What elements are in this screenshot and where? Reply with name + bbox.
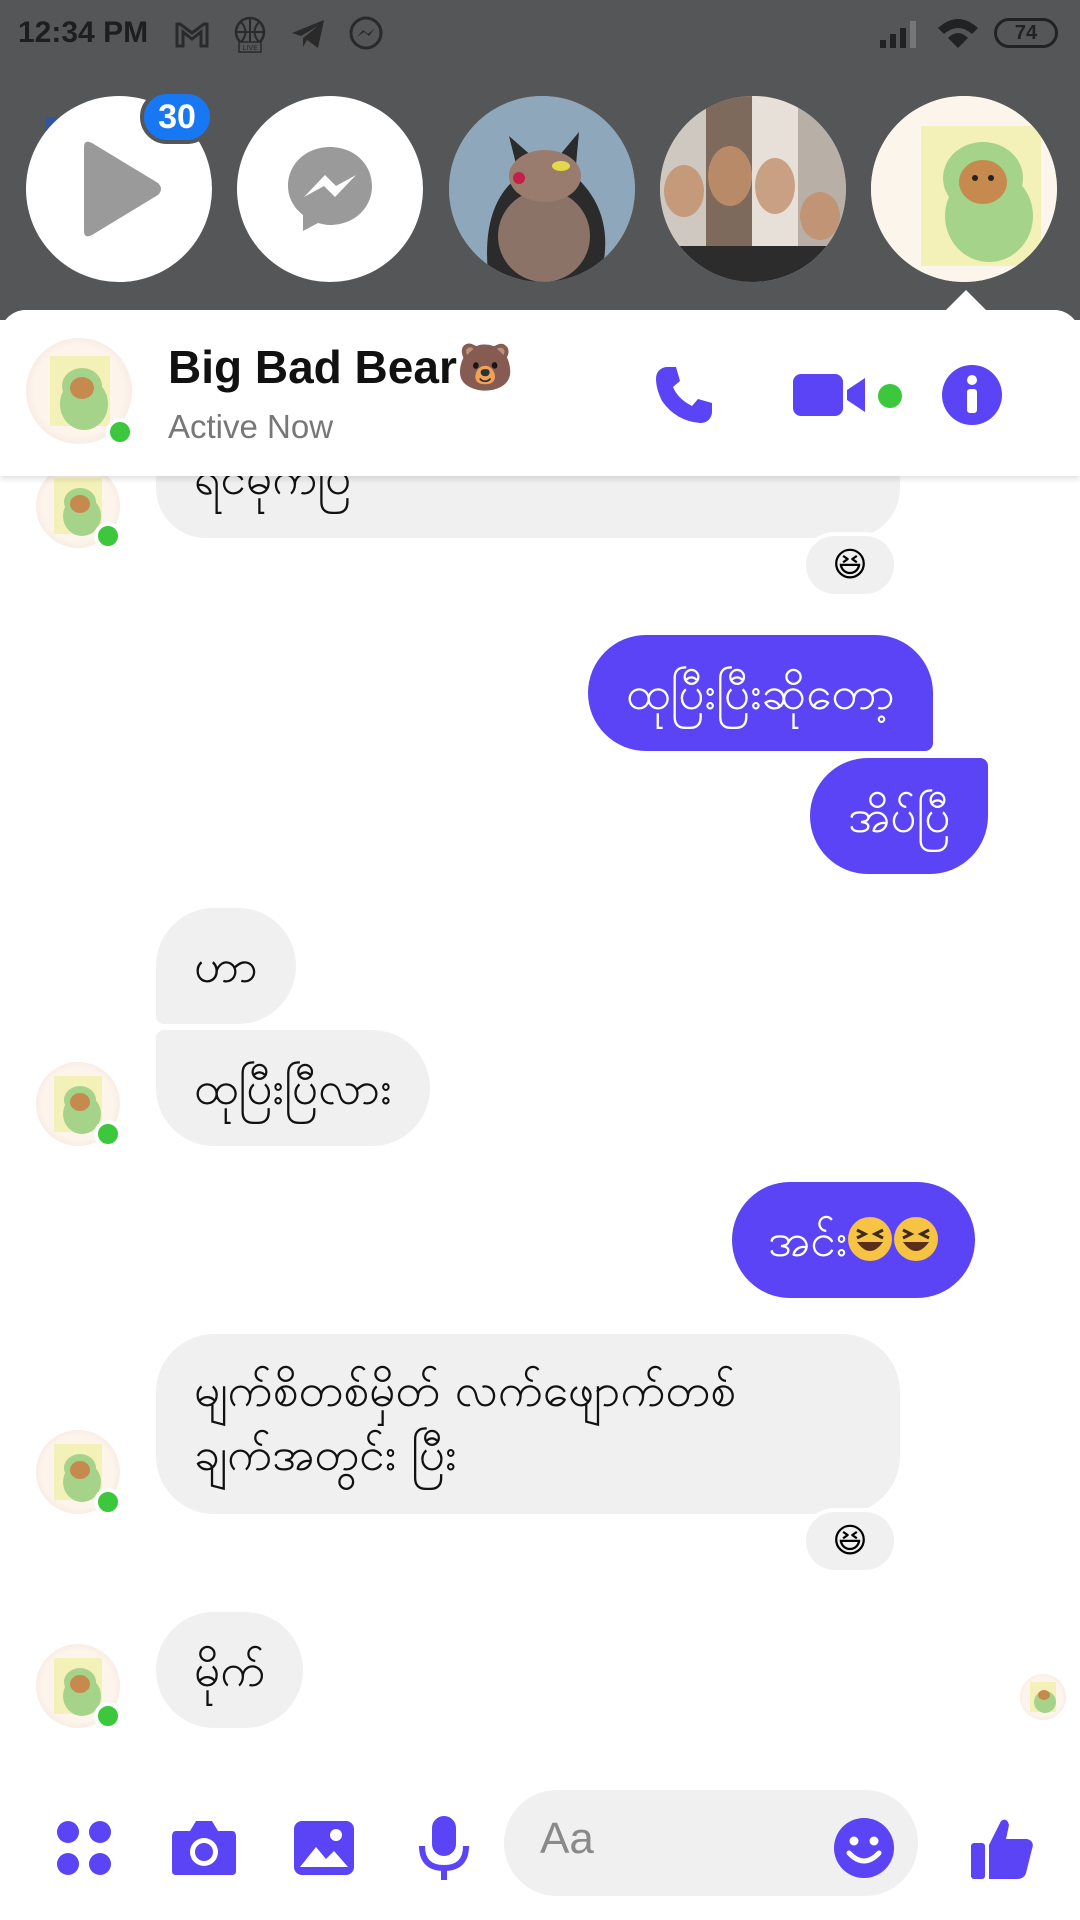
four-dots-icon bbox=[57, 1821, 111, 1875]
sender-avatar[interactable] bbox=[36, 1430, 122, 1516]
message-text-line: ချက်အတွင်း ပြီး bbox=[194, 1427, 457, 1481]
cartoon-cat-image bbox=[449, 96, 635, 282]
sender-avatar[interactable] bbox=[36, 1062, 122, 1148]
status-right-group: 74 bbox=[878, 16, 1058, 50]
contact-avatar[interactable] bbox=[26, 338, 134, 446]
play-icon bbox=[84, 141, 161, 237]
message-bubble-incoming[interactable]: ထုပြီးပြီလား bbox=[156, 1030, 430, 1146]
laughing-emoji-icon bbox=[848, 1217, 893, 1261]
chat-header: Big Bad Bear🐻 Active Now bbox=[0, 310, 1080, 476]
online-indicator bbox=[94, 522, 122, 550]
dino-costume-bear-image bbox=[871, 96, 1057, 282]
message-reaction[interactable]: 😆 bbox=[802, 1508, 898, 1574]
emoji-button[interactable] bbox=[824, 1808, 904, 1888]
signal-icon bbox=[880, 21, 916, 48]
message-text: ထုပြီးပြီလား bbox=[194, 1061, 392, 1115]
online-indicator bbox=[94, 1702, 122, 1730]
group-photo-head[interactable] bbox=[660, 96, 846, 282]
live-icon: LIVE bbox=[234, 16, 266, 53]
thumbs-up-icon bbox=[971, 1819, 1033, 1879]
message-input-placeholder: Aa bbox=[540, 1814, 594, 1863]
message-text: မိုက် bbox=[194, 1643, 266, 1697]
like-button[interactable] bbox=[962, 1808, 1042, 1888]
message-bubble-outgoing[interactable]: အင်း bbox=[732, 1182, 976, 1298]
dino-avatar-head[interactable] bbox=[871, 96, 1057, 282]
battery-indicator: 74 bbox=[994, 18, 1058, 48]
video-camera-icon bbox=[793, 374, 865, 416]
message-reaction[interactable]: 😆 bbox=[802, 532, 898, 598]
wifi-icon bbox=[938, 19, 978, 48]
video-active-dot bbox=[878, 384, 902, 408]
messenger-logo-icon bbox=[288, 147, 372, 231]
messenger-head[interactable] bbox=[237, 96, 423, 282]
message-text: အင်း bbox=[768, 1213, 848, 1267]
chat-panel: Big Bad Bear🐻 Active Now ရင်မိုက်ပြ 😆 ထု… bbox=[0, 310, 1080, 1920]
messenger-icon bbox=[349, 16, 383, 50]
status-time: 12:34 PM bbox=[18, 16, 149, 49]
message-bubble-incoming[interactable]: ဟာ bbox=[156, 908, 296, 1024]
online-indicator bbox=[94, 1488, 122, 1516]
message-bubble-incoming[interactable]: မိုက် bbox=[156, 1612, 304, 1728]
contact-status: Active Now bbox=[168, 408, 334, 445]
voice-record-button[interactable] bbox=[404, 1808, 484, 1888]
smiley-icon bbox=[834, 1818, 894, 1878]
more-actions-button[interactable] bbox=[44, 1808, 124, 1888]
sender-avatar[interactable] bbox=[36, 1644, 122, 1730]
seen-receipt-avatar bbox=[1020, 1674, 1066, 1720]
telegram-icon bbox=[292, 20, 324, 48]
info-button[interactable] bbox=[932, 360, 1012, 430]
online-indicator bbox=[94, 1120, 122, 1148]
gmail-icon bbox=[175, 22, 209, 48]
image-icon bbox=[294, 1821, 354, 1875]
laughing-emoji-icon bbox=[894, 1217, 939, 1261]
chat-head-pointer bbox=[944, 290, 988, 312]
unread-count-badge: 30 bbox=[140, 90, 214, 144]
info-icon bbox=[942, 365, 1002, 425]
message-text-line: မျက်စိတစ်မှိတ် လက်ဖျောက်တစ် bbox=[194, 1363, 737, 1417]
gallery-button[interactable] bbox=[284, 1808, 364, 1888]
message-text: ဟာ bbox=[194, 939, 258, 993]
group-photo-image bbox=[660, 96, 846, 282]
camera-button[interactable] bbox=[164, 1808, 244, 1888]
voice-call-button[interactable] bbox=[644, 360, 724, 430]
microphone-icon bbox=[419, 1816, 469, 1880]
svg-text:LIVE: LIVE bbox=[242, 44, 257, 52]
camera-icon bbox=[172, 1821, 236, 1875]
message-bubble-outgoing[interactable]: အိပ်ပြီ bbox=[810, 758, 989, 874]
video-call-button[interactable] bbox=[790, 360, 870, 430]
phone-icon bbox=[656, 367, 712, 423]
sender-avatar[interactable] bbox=[36, 464, 122, 550]
contact-name[interactable]: Big Bad Bear🐻 bbox=[168, 340, 514, 395]
status-bar: 12:34 PM LIVE 74 bbox=[0, 0, 1080, 72]
message-text: ထုပြီးပြီးဆိုတော့ bbox=[626, 666, 895, 720]
message-text: အိပ်ပြီ bbox=[848, 789, 951, 843]
reaction-emoji: 😆 bbox=[832, 1521, 868, 1561]
notification-icons: LIVE bbox=[172, 14, 386, 54]
message-bubble-outgoing[interactable]: ထုပြီးပြီးဆိုတော့ bbox=[588, 635, 933, 751]
message-bubble-incoming[interactable]: မျက်စိတစ်မှိတ် လက်ဖျောက်တစ် ချက်အတွင်း ပ… bbox=[156, 1334, 900, 1514]
reaction-emoji: 😆 bbox=[832, 545, 868, 585]
online-indicator bbox=[106, 418, 134, 446]
cat-avatar-head[interactable] bbox=[449, 96, 635, 282]
